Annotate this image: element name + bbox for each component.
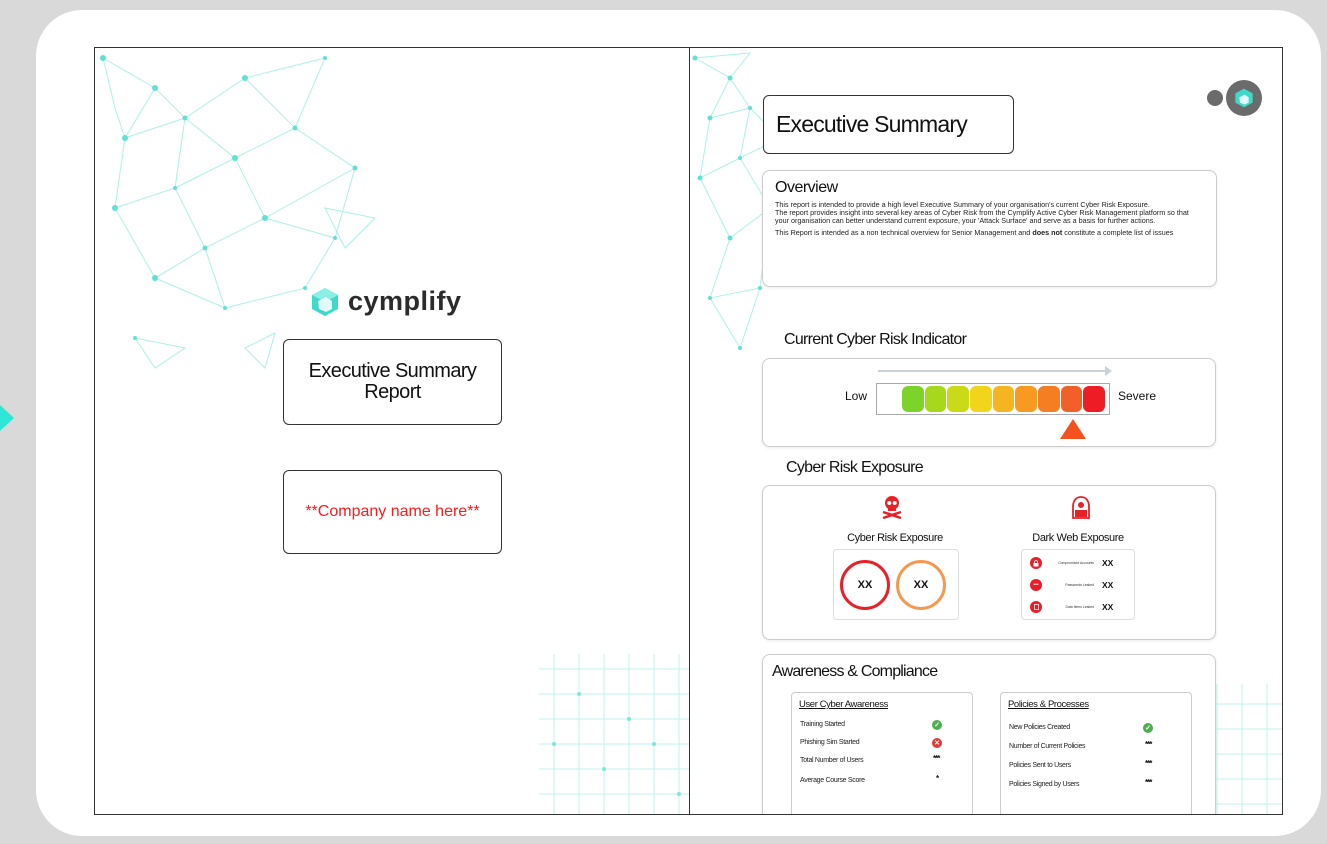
gauge-segment [1083,386,1105,412]
skull-crossbones-icon [882,496,902,519]
dark-web-row-value: XX [1102,558,1114,568]
report-title-box: Executive Summary Report [283,339,502,425]
policies-panel: Policies & Processes New Policies Create… [1000,692,1192,814]
cyber-risk-score-2: XX [913,579,929,591]
company-name-placeholder: **Company name here** [305,503,480,520]
password-icon: ••• [1030,579,1042,591]
executive-summary-page: Executive Summary Overview This report i… [690,48,1282,814]
dark-web-row-label: Data Items Leaked [1065,605,1094,609]
cover-page: cymplify Executive Summary Report **Comp… [95,48,690,814]
user-awareness-panel: User Cyber Awareness Training Started ✓ … [791,692,973,814]
gauge-severe-label: Severe [1118,389,1157,403]
exposure-card: Cyber Risk Exposure XX XX Dark Web Expos… [762,485,1216,640]
dark-web-row-label: Passwords Leaked [1065,583,1094,587]
gauge-segment [1060,386,1083,412]
overview-heading: Overview [775,179,838,196]
cymplify-logo-icon [1226,80,1262,116]
overview-para-2: The report provides insight into several… [775,209,1204,225]
policy-row-label: Number of Current Policies [1009,743,1086,750]
document-spread: cymplify Executive Summary Report **Comp… [94,47,1283,815]
user-row-value: *** [933,754,940,763]
user-awareness-heading: User Cyber Awareness [799,699,888,710]
exposure-heading: Cyber Risk Exposure [786,459,924,476]
cross-icon: ✕ [932,738,942,748]
policy-row-label: Policies Signed by Users [1009,781,1080,788]
hacker-icon [1072,496,1090,519]
cymplify-logo-icon [312,287,338,316]
policy-row-label: New Policies Created [1009,724,1070,731]
risk-indicator-card: Low Severe [762,358,1216,447]
gauge-segment [947,386,969,412]
gauge-segment [1015,386,1037,412]
gauge-direction-arrow [878,366,1112,376]
gauge-segment [902,386,924,412]
cyber-risk-score-ring-2: XX [896,560,946,610]
logo-dot [1207,90,1223,106]
check-icon: ✓ [932,720,942,730]
user-row-label: Training Started [800,721,845,728]
overview-para-2-text: The report provides insight into several… [775,208,1189,225]
page-title: Executive Summary [776,111,968,137]
dark-web-row-value: XX [1102,580,1114,590]
policy-row-value: *** [1145,778,1152,787]
risk-indicator-heading: Current Cyber Risk Indicator [784,331,967,348]
cyber-risk-score-1: XX [857,579,873,591]
user-row-label: Total Number of Users [800,757,864,764]
dark-web-row-value: XX [1102,602,1114,612]
report-title: Executive Summary Report [308,360,477,403]
dark-web-row-compromised: Compromised Accounts XX [1030,556,1113,570]
policy-row-label: Policies Sent to Users [1009,762,1071,769]
user-row-value: * [936,774,939,783]
awareness-compliance-card: Awareness & Compliance User Cyber Awaren… [762,654,1216,814]
dark-web-row-passwords: ••• Passwords Leaked XX [1030,578,1113,592]
overview-card: Overview This report is intended to prov… [762,170,1217,287]
overview-para-3-start: This Report is intended as a non technic… [775,228,1033,237]
gauge-pointer [1060,419,1087,439]
brand-name: cymplify [348,286,462,316]
policies-heading: Policies & Processes [1008,699,1089,710]
policy-row-value: *** [1145,740,1152,749]
dark-web-row-label: Compromised Accounts [1058,561,1094,565]
side-arrow-marker [0,405,14,431]
document-icon [1030,601,1042,613]
cymplify-logo: cymplify [310,286,462,317]
network-pattern-decoration [100,55,377,369]
risk-gauge [876,383,1110,415]
lock-icon [1030,557,1042,569]
user-row-label: Average Course Score [800,777,865,784]
grid-pattern-decoration [539,654,689,814]
company-name-box: **Company name here** [283,470,502,554]
gauge-segment [970,386,992,412]
cymplify-mini-logo [1207,80,1262,116]
awareness-heading: Awareness & Compliance [772,663,938,680]
cyber-risk-score-ring-1: XX [840,560,890,610]
page-title-box: Executive Summary [763,95,1014,154]
overview-para-3-end: constitute a complete list of issues [1062,228,1174,237]
dark-web-row-data: Data Items Leaked XX [1030,600,1113,614]
gauge-segment [1038,386,1060,412]
gauge-segment [924,386,947,412]
user-row-label: Phishing Sim Started [800,739,860,746]
dark-web-exposure-label: Dark Web Exposure [1032,532,1124,544]
cyber-risk-exposure-label: Cyber Risk Exposure [847,532,943,544]
policy-row-value: *** [1145,759,1152,768]
cyber-risk-score-box: XX XX [833,549,959,620]
overview-para-3-bold: does not [1032,228,1063,237]
dark-web-box: Compromised Accounts XX ••• Passwords Le… [1021,549,1135,620]
gauge-low-label: Low [845,389,868,403]
gauge-segment [992,386,1015,412]
check-icon: ✓ [1143,723,1153,733]
overview-para-3: This Report is intended as a non technic… [775,229,1204,237]
